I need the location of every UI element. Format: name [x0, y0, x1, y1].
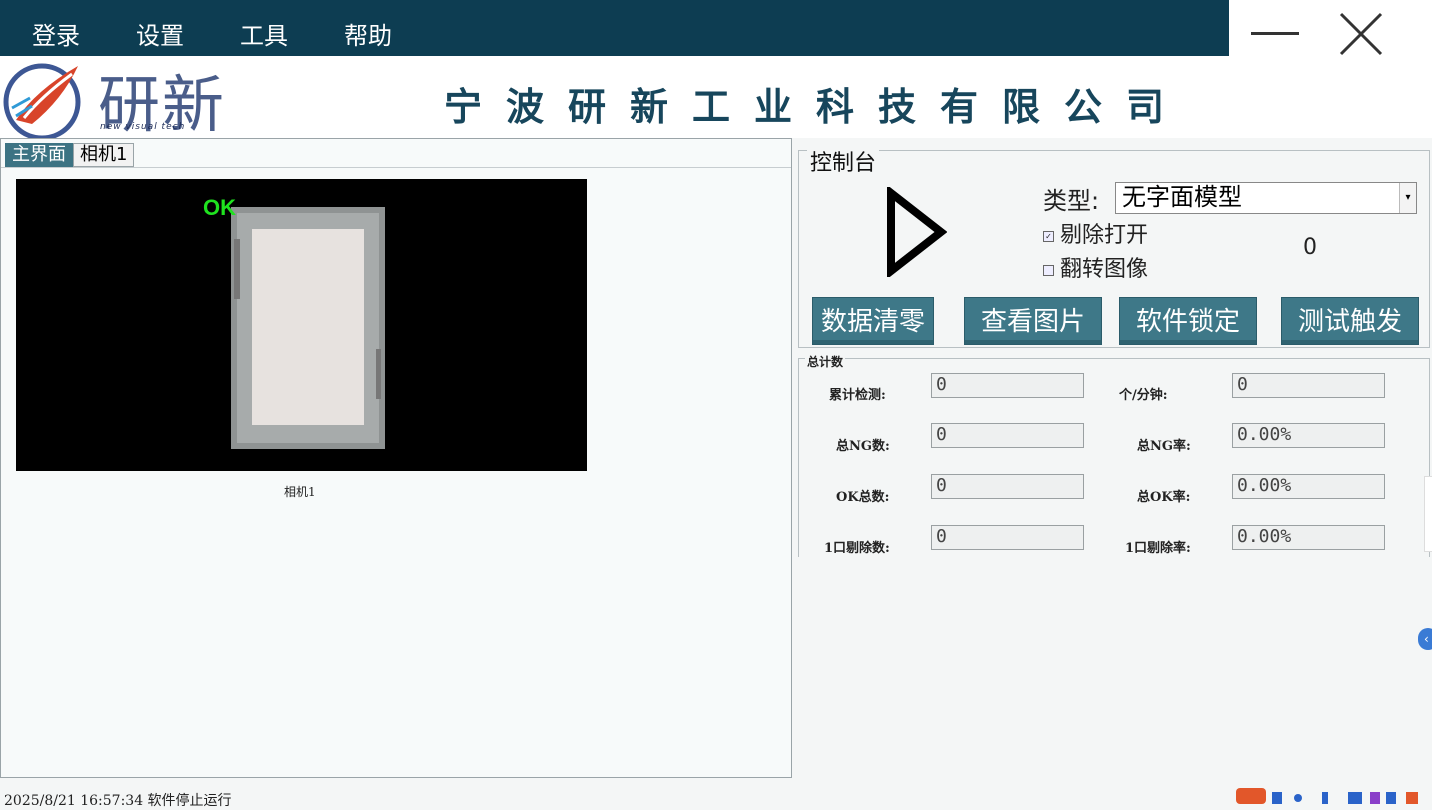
test-trigger-button[interactable]: 测试触发 [1281, 297, 1419, 345]
checkbox-unchecked-icon[interactable] [1043, 264, 1054, 276]
reject-checkbox-label: 剔除打开 [1060, 223, 1149, 248]
menu-settings[interactable]: 设置 [136, 16, 184, 51]
main-view-pane: 主界面 相机1 OK 相机1 [0, 138, 792, 778]
control-panel-title: 控制台 [807, 145, 880, 177]
stat-label-ok-count: OK总数: [836, 490, 890, 505]
logo-icon [3, 63, 81, 140]
trigger-counter: 0 [1303, 235, 1317, 260]
window-controls [1229, 0, 1432, 56]
control-panel: 控制台 类型: 无字面模型 ▾ ✓ 剔除打开 翻转图像 0 数据清零 查看图片 软… [798, 145, 1430, 348]
logo-subtitle: new visual tech [100, 122, 186, 132]
side-panel-tab[interactable] [1424, 476, 1432, 552]
play-icon[interactable] [885, 187, 947, 277]
chevron-left-icon[interactable]: ‹ [1418, 628, 1432, 650]
stat-label-ok-rate: 总OK率: [1137, 490, 1191, 505]
type-select-value: 无字面模型 [1122, 183, 1242, 211]
stat-value-ok-rate: 0.00% [1232, 474, 1385, 499]
camera-caption: 相机1 [284, 485, 316, 499]
stat-value-per-minute: 0 [1232, 373, 1385, 398]
view-images-button[interactable]: 查看图片 [964, 297, 1102, 345]
flip-checkbox[interactable]: 翻转图像 [1043, 251, 1148, 283]
stat-value-reject-count: 0 [931, 525, 1084, 550]
product-image [231, 207, 385, 449]
status-text: 2025/8/21 16:57:34 软件停止运行 [4, 793, 232, 809]
stat-value-ng-count: 0 [931, 423, 1084, 448]
tab-main[interactable]: 主界面 [5, 143, 73, 167]
stat-value-ng-rate: 0.00% [1232, 423, 1385, 448]
close-icon[interactable] [1339, 12, 1383, 56]
menu-help[interactable]: 帮助 [344, 16, 392, 51]
system-tray-icons [1236, 788, 1418, 804]
result-ok-label: OK [203, 195, 236, 220]
stat-label-reject-rate: 1口剔除率: [1125, 541, 1191, 556]
stat-value-ok-count: 0 [931, 474, 1084, 499]
menu-tools[interactable]: 工具 [240, 16, 288, 51]
stats-title: 总计数 [805, 353, 846, 370]
type-select[interactable]: 无字面模型 ▾ [1115, 182, 1417, 214]
stat-label-ng-rate: 总NG率: [1137, 439, 1191, 454]
reject-checkbox[interactable]: ✓ 剔除打开 [1043, 217, 1148, 249]
minimize-button[interactable] [1251, 32, 1299, 35]
clear-data-button[interactable]: 数据清零 [812, 297, 934, 345]
checkbox-checked-icon[interactable]: ✓ [1043, 230, 1054, 242]
stat-value-total-inspected: 0 [931, 373, 1084, 398]
menu-login[interactable]: 登录 [32, 16, 80, 51]
tab-divider [1, 167, 791, 168]
stat-label-ng-count: 总NG数: [836, 439, 890, 454]
stat-label-per-minute: 个/分钟: [1119, 388, 1168, 403]
lock-software-button[interactable]: 软件锁定 [1119, 297, 1257, 345]
view-tabs: 主界面 相机1 [5, 143, 135, 167]
stat-label-reject-count: 1口剔除数: [824, 541, 890, 556]
header-banner: 研新 new visual tech 宁波研新工业科技有限公司 [0, 56, 1432, 141]
stat-label-total-inspected: 累计检测: [829, 388, 886, 403]
chevron-down-icon[interactable]: ▾ [1399, 183, 1416, 213]
camera-image: OK [16, 179, 587, 471]
type-label: 类型: [1043, 187, 1100, 215]
flip-checkbox-label: 翻转图像 [1060, 257, 1149, 282]
company-name: 宁波研新工业科技有限公司 [444, 85, 1189, 129]
menu-bar: 登录 设置 工具 帮助 [0, 0, 1229, 56]
tab-camera1[interactable]: 相机1 [73, 143, 135, 167]
stat-value-reject-rate: 0.00% [1232, 525, 1385, 550]
stats-panel: 总计数 累计检测: 0 个/分钟: 0 总NG数: 0 总NG率: 0.00% … [798, 353, 1430, 557]
